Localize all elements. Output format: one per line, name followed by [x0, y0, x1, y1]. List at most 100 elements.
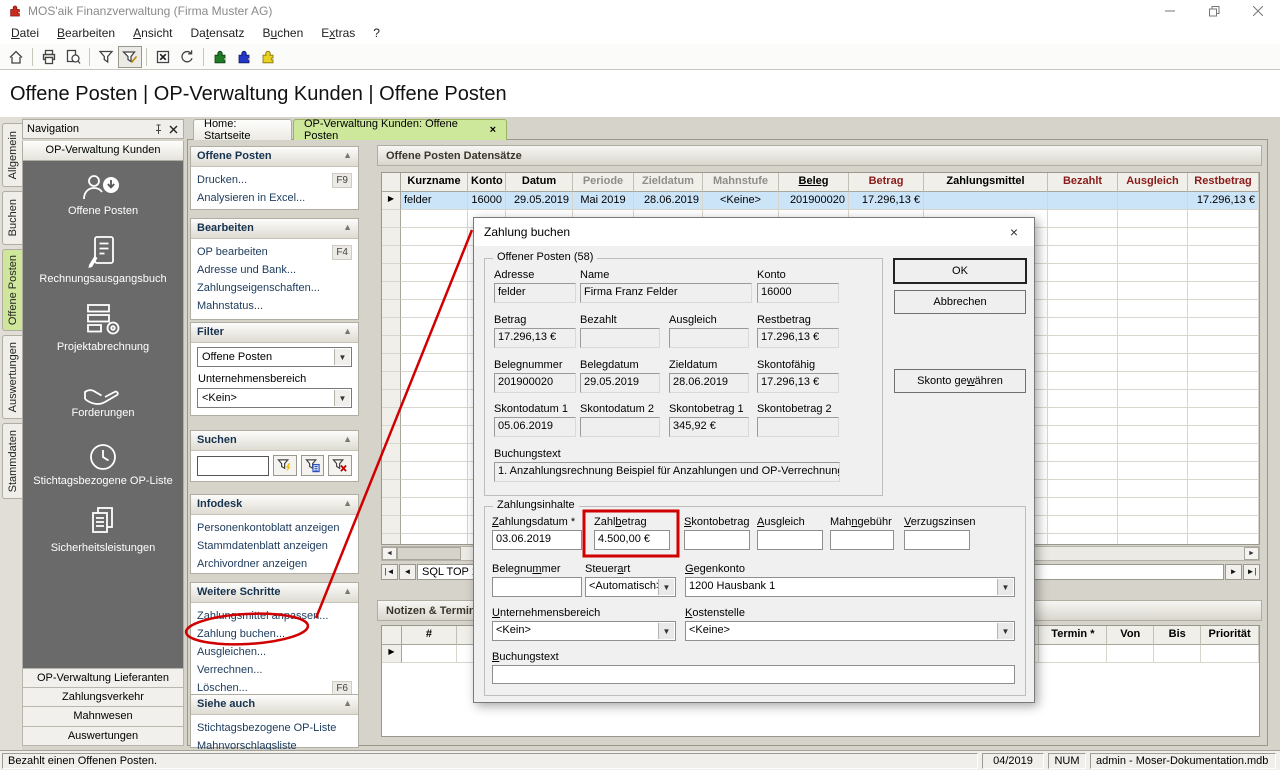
home-button[interactable]: [4, 46, 28, 68]
navigation-section-title[interactable]: OP-Verwaltung Kunden: [22, 141, 184, 161]
table-cell[interactable]: [401, 498, 468, 516]
zi-buchungstext-input[interactable]: [492, 665, 1015, 684]
menu-item[interactable]: Datei: [2, 23, 48, 43]
zahlungsdatum-input[interactable]: 03.06.2019: [492, 530, 582, 550]
table-cell[interactable]: [1048, 480, 1118, 498]
table-cell[interactable]: [401, 390, 468, 408]
row-selector-cell[interactable]: ▶: [382, 645, 402, 663]
table-cell[interactable]: [1188, 462, 1259, 480]
nav-item-documents-icon[interactable]: [23, 505, 183, 535]
table-cell[interactable]: [1118, 300, 1188, 318]
group-header[interactable]: Weitere Schritte▲: [191, 583, 358, 603]
table-cell[interactable]: [1118, 462, 1188, 480]
collapse-icon[interactable]: ▲: [343, 498, 352, 514]
table-cell[interactable]: [401, 282, 468, 300]
table-cell[interactable]: [401, 480, 468, 498]
table-cell[interactable]: [401, 426, 468, 444]
menu-item[interactable]: ?: [364, 23, 389, 43]
action-ausgleichen-[interactable]: Ausgleichen...: [197, 643, 352, 661]
side-tab-stammdaten[interactable]: Stammdaten: [2, 423, 22, 499]
table-cell[interactable]: [1188, 300, 1259, 318]
column-header-kurzname[interactable]: Kurzname: [401, 173, 468, 192]
table-cell[interactable]: [1118, 480, 1188, 498]
table-cell[interactable]: [401, 246, 468, 264]
unternehmensbereich-select[interactable]: <Kein>▼: [197, 388, 352, 408]
scroll-thumb[interactable]: [397, 547, 461, 560]
table-cell[interactable]: [1188, 426, 1259, 444]
table-cell[interactable]: <Keine>: [703, 192, 779, 210]
table-cell[interactable]: [1048, 516, 1118, 534]
row-selector-cell[interactable]: [382, 372, 401, 390]
pin-icon[interactable]: [153, 124, 164, 135]
table-cell[interactable]: [1118, 534, 1188, 545]
table-cell[interactable]: [401, 516, 468, 534]
collapse-icon[interactable]: ▲: [343, 698, 352, 714]
side-tab-allgemein[interactable]: Allgemein: [2, 123, 22, 187]
row-selector-cell[interactable]: [382, 336, 401, 354]
table-cell[interactable]: [401, 318, 468, 336]
steuerart-select[interactable]: <Automatisch> ▼: [585, 577, 676, 597]
table-cell[interactable]: [1048, 228, 1118, 246]
row-selector-cell[interactable]: [382, 354, 401, 372]
action-archivordner-anzeigen[interactable]: Archivordner anzeigen: [197, 555, 352, 573]
collapse-icon[interactable]: ▲: [343, 434, 352, 450]
table-cell[interactable]: [1048, 264, 1118, 282]
notes-column-header-Termin *[interactable]: Termin *: [1039, 626, 1107, 645]
table-cell[interactable]: [401, 210, 468, 228]
column-header-zahlungsmittel[interactable]: Zahlungsmittel: [924, 173, 1048, 192]
table-cell[interactable]: [1048, 444, 1118, 462]
table-cell[interactable]: [1118, 390, 1188, 408]
tab-close-icon[interactable]: ×: [490, 124, 496, 136]
table-cell[interactable]: 201900020: [779, 192, 849, 210]
table-cell[interactable]: [1118, 426, 1188, 444]
row-selector-cell[interactable]: [382, 390, 401, 408]
chevron-down-icon[interactable]: ▼: [658, 579, 674, 595]
excel-analyze-button[interactable]: [151, 46, 175, 68]
table-cell[interactable]: [1118, 210, 1188, 228]
unternehmensbereich-select[interactable]: <Kein> ▼: [492, 621, 676, 641]
table-cell[interactable]: [924, 192, 1048, 210]
table-cell[interactable]: [1118, 318, 1188, 336]
print-button[interactable]: [37, 46, 61, 68]
row-selector-cell[interactable]: [382, 246, 401, 264]
zahlbetrag-input[interactable]: 4.500,00 €: [594, 530, 670, 550]
table-cell[interactable]: [1048, 534, 1118, 545]
action-op-bearbeiten[interactable]: OP bearbeitenF4: [197, 243, 352, 261]
table-cell[interactable]: [1118, 336, 1188, 354]
next-record-button[interactable]: ►: [1225, 564, 1242, 580]
search-filter-list-button[interactable]: [301, 455, 325, 476]
kostenstelle-select[interactable]: <Keine> ▼: [685, 621, 1015, 641]
table-cell[interactable]: [1188, 372, 1259, 390]
scroll-right-icon[interactable]: ►: [1244, 547, 1259, 560]
group-header[interactable]: Siehe auch▲: [191, 695, 358, 715]
nav-item-claims-hand-icon[interactable]: [23, 373, 183, 403]
nav-group-mahnwesen[interactable]: Mahnwesen: [22, 707, 184, 727]
notes-cell[interactable]: [402, 645, 457, 663]
action-stichtagsbezogene-op-liste[interactable]: Stichtagsbezogene OP-Liste: [197, 719, 352, 737]
table-cell[interactable]: felder: [401, 192, 468, 210]
table-cell[interactable]: [1118, 354, 1188, 372]
nav-group-zahlungsverkehr[interactable]: Zahlungsverkehr: [22, 688, 184, 708]
table-cell[interactable]: 17.296,13 €: [849, 192, 924, 210]
table-cell[interactable]: [401, 462, 468, 480]
close-panel-icon[interactable]: [168, 124, 179, 135]
action-zahlungseigenschaften-[interactable]: Zahlungseigenschaften...: [197, 279, 352, 297]
prev-record-button[interactable]: ◄: [399, 564, 416, 580]
print-preview-button[interactable]: [61, 46, 85, 68]
table-cell[interactable]: [1048, 408, 1118, 426]
nav-group-op-verwaltung-lieferanten[interactable]: OP-Verwaltung Lieferanten: [22, 668, 184, 688]
action-zahlungsmittel-anpassen-[interactable]: Zahlungsmittel anpassen...: [197, 607, 352, 625]
zi-belegnummer-input[interactable]: [492, 577, 582, 597]
table-cell[interactable]: [1188, 354, 1259, 372]
row-selector-cell[interactable]: [382, 534, 401, 545]
notes-cell[interactable]: [1107, 645, 1154, 663]
nav-item-label[interactable]: Forderungen: [23, 407, 183, 419]
group-header[interactable]: Offene Posten▲: [191, 147, 358, 167]
nav-item-label[interactable]: Stichtagsbezogene OP-Liste: [23, 475, 183, 487]
table-cell[interactable]: [401, 300, 468, 318]
table-cell[interactable]: [401, 228, 468, 246]
table-cell[interactable]: [1118, 498, 1188, 516]
table-cell[interactable]: [1188, 498, 1259, 516]
table-cell[interactable]: [1048, 210, 1118, 228]
table-cell[interactable]: [1048, 336, 1118, 354]
